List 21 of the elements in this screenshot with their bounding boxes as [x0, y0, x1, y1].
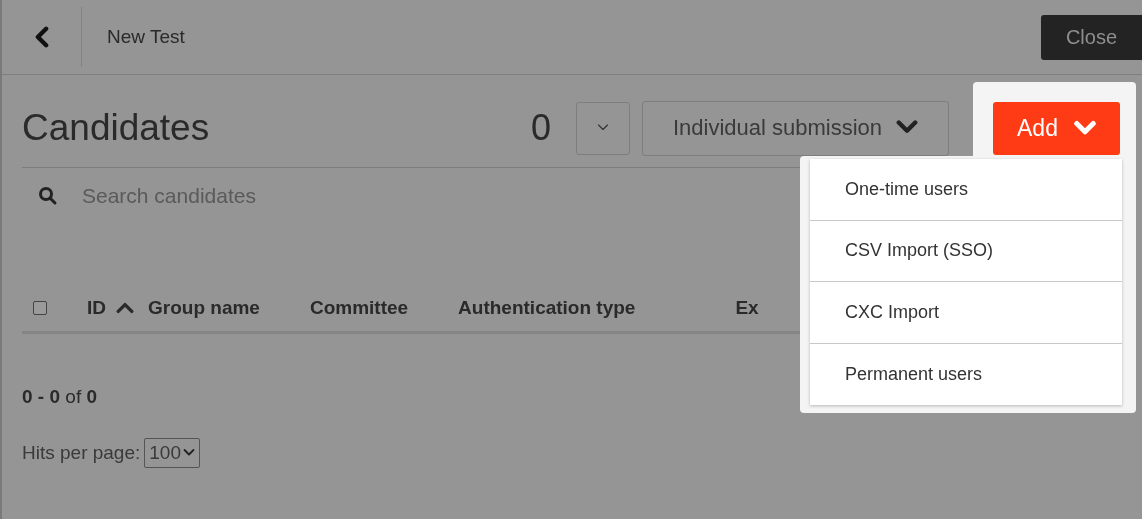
- section-title: Candidates: [22, 107, 211, 149]
- add-button[interactable]: Add: [993, 102, 1120, 155]
- menu-item[interactable]: One-time users: [810, 159, 1122, 221]
- close-button[interactable]: Close: [1041, 14, 1142, 60]
- pagination-range: 0 - 0 of 0: [22, 386, 98, 408]
- column-header[interactable]: Authentication type: [458, 296, 636, 319]
- select-all-checkbox[interactable]: [33, 300, 47, 315]
- column-header[interactable]: Committee: [309, 296, 409, 319]
- menu-item[interactable]: Permanent users: [810, 343, 1122, 405]
- search-icon: [38, 186, 58, 206]
- candidate-count: 0: [530, 107, 551, 149]
- column-header[interactable]: Group name: [148, 296, 260, 319]
- submission-mode-select[interactable]: Individual submission: [642, 100, 949, 156]
- hits-per-page-select[interactable]: 100: [144, 438, 200, 468]
- search-field[interactable]: Search candidates: [80, 183, 480, 209]
- column-header[interactable]: ID: [87, 296, 134, 319]
- menu-item[interactable]: CSV Import (SSO): [810, 220, 1122, 282]
- menu-item[interactable]: CXC Import: [810, 282, 1122, 344]
- page-title: New Test: [107, 26, 186, 48]
- hits-per-page-label: Hits per page:: [22, 442, 141, 464]
- column-header[interactable]: Ex: [735, 296, 759, 319]
